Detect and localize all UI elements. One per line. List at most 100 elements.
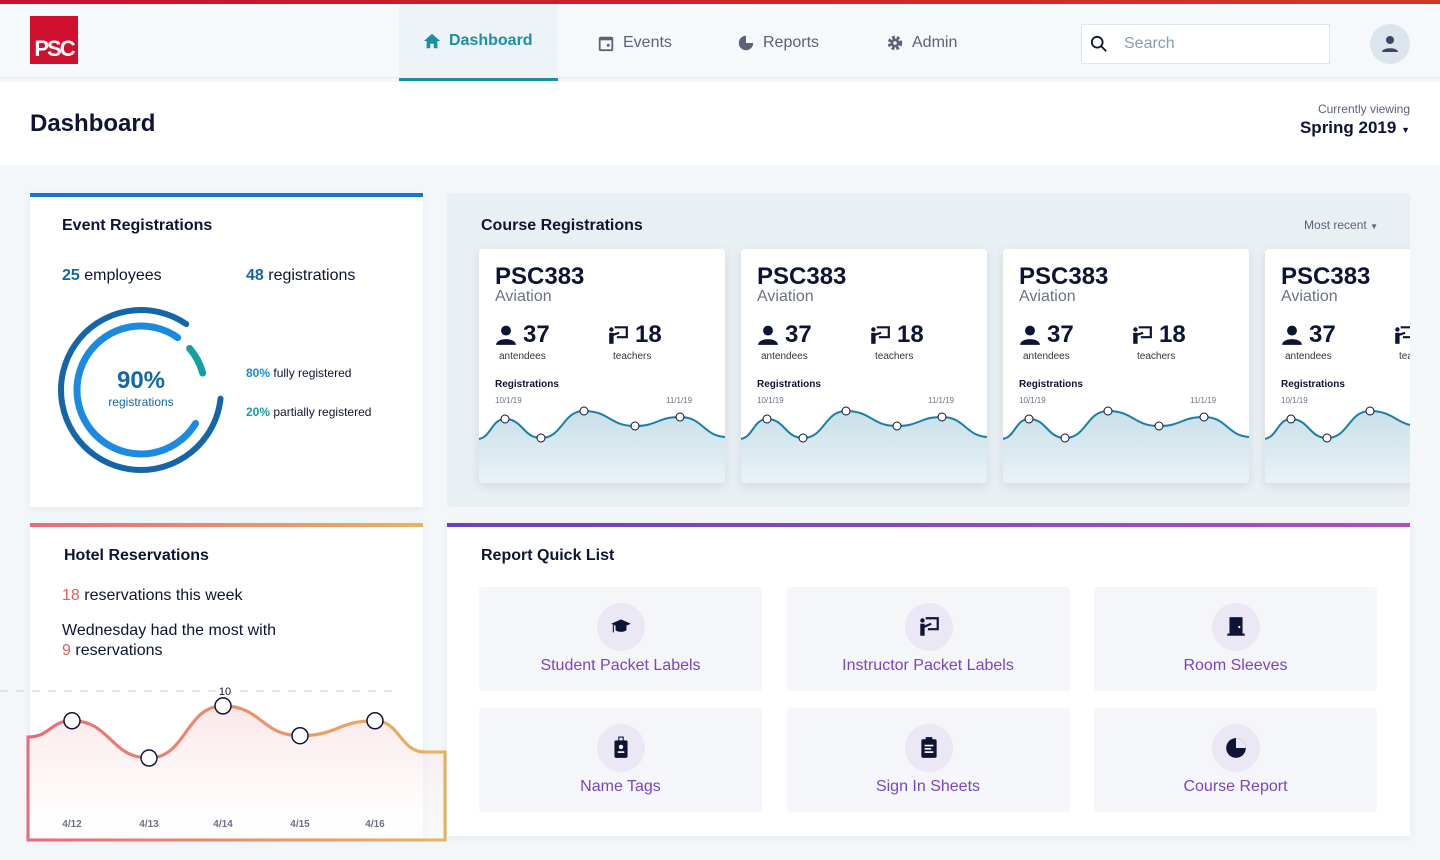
page-title-bar: Dashboard Currently viewing Spring 2019 … bbox=[0, 82, 1440, 165]
icon-badge bbox=[597, 724, 645, 772]
nav-reports[interactable]: Reports bbox=[713, 4, 843, 81]
teacher-icon bbox=[1395, 326, 1410, 344]
report-tile[interactable]: Student Packet Labels bbox=[479, 587, 762, 691]
page-title: Dashboard bbox=[30, 110, 156, 137]
course-card[interactable]: PSC383 Aviation 37 antendees 18 teachers… bbox=[1265, 249, 1410, 483]
course-registrations-panel: Course Registrations Most recent ▼ PSC38… bbox=[447, 193, 1410, 507]
registrations-stat: 48 registrations bbox=[246, 267, 356, 284]
home-icon bbox=[423, 33, 441, 49]
chart-label: Registrations bbox=[757, 379, 821, 390]
caret-down-icon: ▼ bbox=[1370, 222, 1378, 231]
person-icon bbox=[1020, 325, 1040, 345]
sparkline-point bbox=[1322, 433, 1332, 443]
sparkline-point bbox=[762, 414, 772, 424]
report-tile[interactable]: Instructor Packet Labels bbox=[786, 587, 1070, 691]
course-code: PSC383 bbox=[757, 263, 847, 290]
course-name: Aviation bbox=[1019, 288, 1076, 305]
nav-admin[interactable]: Admin bbox=[862, 4, 981, 81]
nav-events[interactable]: Events bbox=[573, 4, 696, 81]
search-icon bbox=[1090, 35, 1107, 52]
clipboard-icon bbox=[920, 737, 937, 758]
registrations-sparkline bbox=[479, 406, 725, 483]
course-code: PSC383 bbox=[495, 263, 585, 290]
course-name: Aviation bbox=[757, 288, 814, 305]
report-label: Room Sleeves bbox=[1183, 657, 1288, 674]
event-registrations-card: Event Registrations 25 employees 48 regi… bbox=[30, 193, 423, 507]
course-name: Aviation bbox=[1281, 288, 1338, 305]
search-box[interactable] bbox=[1081, 24, 1330, 64]
sparkline-point bbox=[1365, 406, 1375, 416]
report-tile[interactable]: Course Report bbox=[1094, 708, 1377, 812]
sparkline-point bbox=[1199, 412, 1209, 422]
weekly-reservations: 18 reservations this week bbox=[62, 587, 243, 604]
data-point-4/14[interactable] bbox=[214, 697, 232, 715]
attendees-label: antendees bbox=[1023, 351, 1070, 362]
person-icon bbox=[758, 325, 778, 345]
teachers-label: teachers bbox=[1137, 351, 1176, 362]
report-tile[interactable]: Room Sleeves bbox=[1094, 587, 1377, 691]
sparkline-point bbox=[1060, 433, 1070, 443]
sparkline-point bbox=[1154, 421, 1164, 431]
sparkline-point bbox=[841, 406, 851, 416]
icon-badge bbox=[904, 603, 953, 651]
attendees-label: antendees bbox=[761, 351, 808, 362]
report-label: Name Tags bbox=[580, 778, 661, 795]
attendees-stat: 37 bbox=[1281, 321, 1336, 349]
teachers-stat: 18 bbox=[1131, 321, 1186, 349]
id-badge-icon bbox=[614, 736, 628, 758]
ring-label: registrations bbox=[108, 395, 174, 409]
x-tick-label: 4/13 bbox=[139, 819, 159, 830]
viewing-value: Spring 2019 bbox=[1299, 118, 1397, 137]
registrations-sparkline bbox=[741, 406, 987, 483]
viewing-label: Currently viewing bbox=[1317, 102, 1410, 116]
teachers-label: teachers bbox=[875, 351, 914, 362]
graduation-cap-icon bbox=[611, 619, 631, 633]
psc-logo[interactable]: PSC bbox=[30, 16, 78, 64]
report-tile[interactable]: Sign In Sheets bbox=[786, 708, 1070, 812]
caret-down-icon: ▼ bbox=[1401, 125, 1410, 135]
data-point-4/12[interactable] bbox=[63, 712, 81, 730]
course-code: PSC383 bbox=[1019, 263, 1109, 290]
report-quick-list-panel: Report Quick List Student Packet Labels I… bbox=[447, 523, 1410, 836]
registrations-sparkline bbox=[1003, 406, 1249, 483]
icon-badge bbox=[1212, 603, 1260, 651]
course-name: Aviation bbox=[495, 288, 552, 305]
reference-line-label: 10 bbox=[219, 686, 231, 698]
report-label: Instructor Packet Labels bbox=[842, 657, 1014, 674]
course-card[interactable]: PSC383 Aviation 37 antendees 18 teachers… bbox=[1003, 249, 1249, 483]
report-tile[interactable]: Name Tags bbox=[479, 708, 762, 812]
legend-partial: 20% partially registered bbox=[246, 405, 372, 419]
icon-badge bbox=[597, 603, 645, 651]
user-avatar[interactable] bbox=[1370, 24, 1410, 64]
card-title: Hotel Reservations bbox=[64, 547, 209, 564]
chart-label: Registrations bbox=[1019, 379, 1083, 390]
employees-stat: 25 employees bbox=[62, 267, 162, 284]
data-point-4/15[interactable] bbox=[291, 726, 309, 745]
search-input[interactable] bbox=[1124, 35, 1304, 53]
registrations-sparkline bbox=[1265, 406, 1410, 483]
attendees-label: antendees bbox=[499, 351, 546, 362]
teachers-stat: 18 bbox=[607, 321, 662, 349]
sparkline-point bbox=[500, 414, 510, 424]
sparkline-area bbox=[1265, 411, 1410, 483]
sparkline-point bbox=[1103, 406, 1113, 416]
x-tick-label: 4/12 bbox=[62, 819, 82, 830]
attendees-label: antendees bbox=[1285, 351, 1332, 362]
pie-chart-icon bbox=[738, 35, 754, 50]
sparkline-point bbox=[579, 406, 589, 416]
pie-chart-icon bbox=[1226, 738, 1246, 758]
sparkline-point bbox=[536, 433, 546, 443]
legend-fully: 80% fully registered bbox=[246, 366, 352, 380]
calendar-icon bbox=[598, 36, 614, 51]
course-card[interactable]: PSC383 Aviation 37 antendees 18 teachers… bbox=[741, 249, 987, 483]
gear-icon bbox=[887, 35, 903, 50]
data-point-4/13[interactable] bbox=[140, 749, 158, 767]
data-point-4/16[interactable] bbox=[366, 712, 384, 730]
course-card[interactable]: PSC383 Aviation 37 antendees 18 teachers… bbox=[479, 249, 725, 483]
term-selector[interactable]: Currently viewing Spring 2019 ▼ bbox=[1300, 102, 1410, 138]
report-label: Sign In Sheets bbox=[875, 778, 981, 795]
attendees-stat: 37 bbox=[495, 321, 550, 349]
nav-dashboard[interactable]: Dashboard bbox=[399, 4, 558, 81]
teacher-icon bbox=[871, 326, 890, 344]
sort-dropdown[interactable]: Most recent ▼ bbox=[1304, 218, 1378, 232]
